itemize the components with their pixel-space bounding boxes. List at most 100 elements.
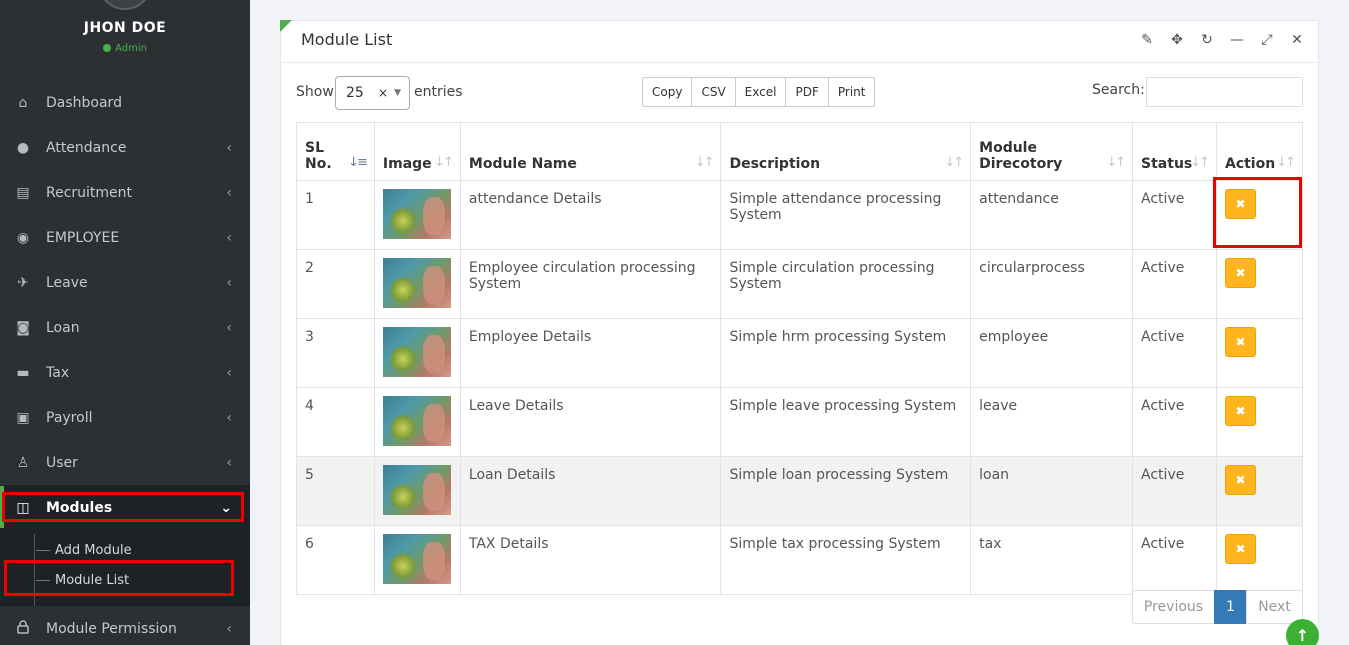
- cell-sl: 1: [296, 180, 375, 250]
- header-label: SL: [305, 140, 325, 156]
- entries-value: 25: [346, 85, 364, 101]
- sidebar-item-leave[interactable]: ✈ Leave ‹: [0, 260, 250, 305]
- header-label: Status: [1141, 156, 1193, 172]
- delete-button[interactable]: ✖: [1224, 327, 1256, 357]
- cell-directory: tax: [970, 525, 1134, 595]
- delete-button[interactable]: ✖: [1224, 465, 1256, 495]
- cell-status: Active: [1132, 249, 1217, 319]
- cell-action: ✖: [1215, 180, 1304, 250]
- sidebar-item-modules[interactable]: ◫ Modules ⌄: [0, 485, 250, 530]
- table-row: 6 TAX Details Simple tax processing Syst…: [296, 525, 1304, 595]
- delete-button[interactable]: ✖: [1224, 534, 1256, 564]
- sidebar-item-dashboard[interactable]: ⌂ Dashboard: [0, 80, 250, 125]
- cell-directory: attendance: [970, 180, 1134, 250]
- sort-icon: ↓↑: [694, 155, 715, 170]
- arrow-up-icon: ↑: [1295, 626, 1310, 645]
- cell-description: Simple loan processing System: [720, 456, 972, 526]
- cell-image: [373, 456, 461, 526]
- sidebar: JHON DOE Admin ⌂ Dashboard ● Attendance …: [0, 0, 250, 645]
- refresh-icon[interactable]: ↻: [1198, 30, 1216, 50]
- user-outline-icon: ♙: [16, 454, 30, 471]
- submenu-tree-line: [34, 534, 35, 606]
- column-header-sl[interactable]: SL No. ↓≡: [296, 122, 375, 181]
- avatar[interactable]: [98, 0, 152, 10]
- column-header-directory[interactable]: Module Direcotory ↓↑: [970, 122, 1134, 181]
- search-input[interactable]: [1146, 77, 1303, 107]
- cell-image: [373, 387, 461, 457]
- previous-page-button[interactable]: Previous: [1132, 590, 1215, 624]
- sidebar-item-loan[interactable]: ◙ Loan ‹: [0, 305, 250, 350]
- chevron-left-icon: ‹: [226, 139, 232, 156]
- cell-status: Active: [1132, 180, 1217, 250]
- table-header-row: SL No. ↓≡ Image ↓↑ Module Name ↓↑ Descriptio…: [296, 122, 1304, 181]
- home-icon: ⌂: [18, 94, 28, 111]
- scroll-to-top-button[interactable]: ↑: [1286, 619, 1319, 645]
- column-header-image[interactable]: Image ↓↑: [373, 122, 461, 181]
- sidebar-item-label: Leave: [46, 274, 88, 291]
- minimize-icon[interactable]: —: [1228, 30, 1246, 50]
- cell-image: [373, 318, 461, 388]
- close-icon: ✖: [1235, 404, 1246, 418]
- cell-sl: 3: [296, 318, 375, 388]
- page-button-1[interactable]: 1: [1214, 590, 1247, 624]
- next-page-button[interactable]: Next: [1246, 590, 1303, 624]
- caret-down-icon[interactable]: ▼: [394, 88, 401, 98]
- clear-icon[interactable]: ×: [378, 86, 388, 100]
- cell-directory: employee: [970, 318, 1134, 388]
- sidebar-item-tax[interactable]: ▬ Tax ‹: [0, 350, 250, 395]
- cell-action: ✖: [1215, 525, 1304, 595]
- column-header-description[interactable]: Description ↓↑: [720, 122, 972, 181]
- plane-icon: ✈: [17, 274, 29, 291]
- sidebar-item-recruitment[interactable]: ▤ Recruitment ‹: [0, 170, 250, 215]
- csv-button[interactable]: CSV: [691, 77, 736, 107]
- chevron-left-icon: ‹: [226, 409, 232, 426]
- entries-label: entries: [414, 84, 463, 100]
- cell-directory: circularprocess: [970, 249, 1134, 319]
- pdf-button[interactable]: PDF: [785, 77, 829, 107]
- cell-image: [373, 249, 461, 319]
- cell-description: Simple leave processing System: [720, 387, 972, 457]
- cube-icon: ◫: [16, 499, 30, 516]
- print-button[interactable]: Print: [827, 77, 876, 107]
- online-status-icon: [103, 44, 112, 52]
- sidebar-item-attendance[interactable]: ● Attendance ‹: [0, 125, 250, 170]
- panel-corner-accent: [280, 20, 292, 32]
- show-label: Show: [296, 84, 334, 100]
- users-icon: ◉: [16, 229, 30, 246]
- sidebar-item-label: EMPLOYEE: [46, 229, 120, 246]
- sidebar-item-payroll[interactable]: ▣ Payroll ‹: [0, 395, 250, 440]
- copy-button[interactable]: Copy: [642, 77, 693, 107]
- chevron-left-icon: ‹: [226, 274, 232, 291]
- delete-button[interactable]: ✖: [1224, 189, 1256, 219]
- chevron-left-icon: ‹: [226, 620, 232, 637]
- delete-button[interactable]: ✖: [1224, 396, 1256, 426]
- excel-button[interactable]: Excel: [734, 77, 787, 107]
- move-icon[interactable]: ✥: [1168, 30, 1186, 50]
- cell-action: ✖: [1215, 387, 1304, 457]
- sidebar-item-employee[interactable]: ◉ EMPLOYEE ‹: [0, 215, 250, 260]
- panel-toolbar: ✎ ✥ ↻ — ⤢ ✕: [1138, 30, 1306, 50]
- column-header-status[interactable]: Status ↓↑: [1132, 122, 1217, 181]
- user-role-label: Admin: [115, 43, 147, 54]
- expand-icon[interactable]: ⤢: [1258, 30, 1276, 50]
- table-row: 2 Employee circulation processing System…: [296, 249, 1304, 319]
- cell-description: Simple tax processing System: [720, 525, 972, 595]
- entries-select[interactable]: 25 × ▼: [335, 76, 410, 110]
- close-icon[interactable]: ✕: [1288, 30, 1306, 50]
- submenu-item-add-module[interactable]: Add Module: [36, 535, 236, 565]
- column-header-action[interactable]: Action ↓↑: [1215, 122, 1304, 181]
- delete-button[interactable]: ✖: [1224, 258, 1256, 288]
- sidebar-item-user[interactable]: ♙ User ‹: [0, 440, 250, 485]
- sidebar-item-label: Attendance: [46, 139, 127, 156]
- edit-icon[interactable]: ✎: [1138, 30, 1156, 50]
- module-thumbnail: [382, 258, 451, 308]
- module-thumbnail: [382, 189, 451, 239]
- cell-status: Active: [1132, 456, 1217, 526]
- submenu-item-module-list[interactable]: Module List: [36, 565, 236, 595]
- column-header-module-name[interactable]: Module Name ↓↑: [459, 122, 722, 181]
- cell-directory: loan: [970, 456, 1134, 526]
- cell-module-name: attendance Details: [459, 180, 722, 250]
- wallet-icon: ▣: [16, 409, 30, 426]
- cell-image: [373, 525, 461, 595]
- sidebar-item-module-permission[interactable]: Module Permission ‹: [0, 606, 250, 645]
